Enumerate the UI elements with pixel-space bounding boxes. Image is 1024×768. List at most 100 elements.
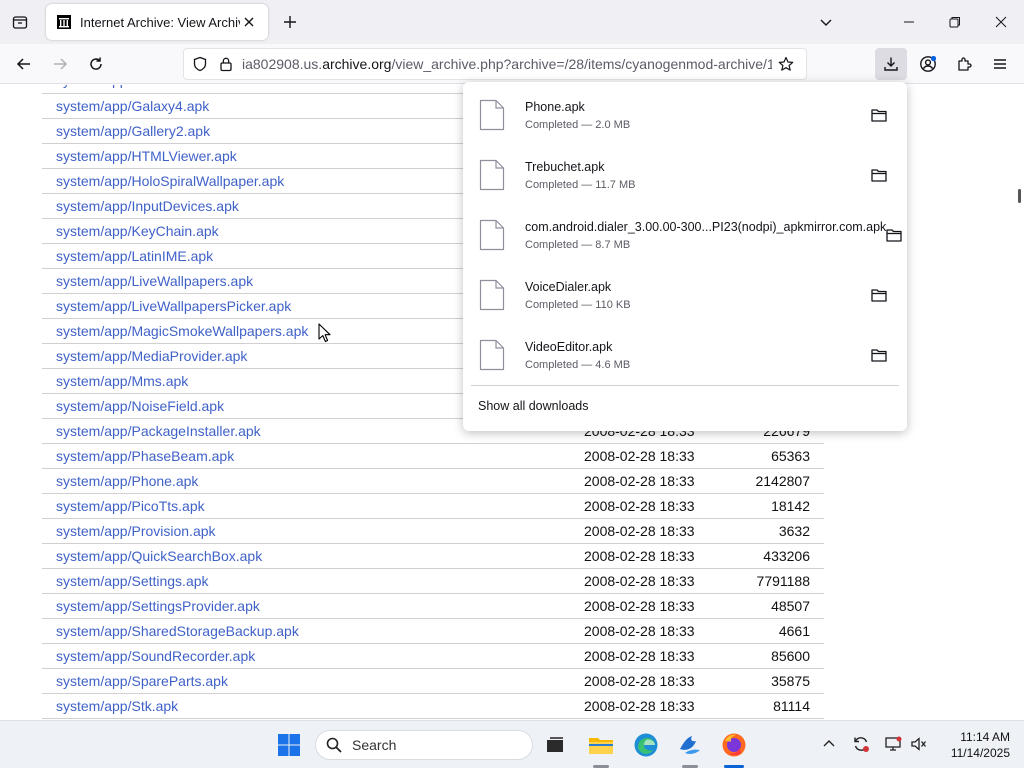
file-link[interactable]: system/app/Mms.apk (56, 373, 188, 389)
table-row: system/app/QuickSearchBox.apk 2008-02-28 … (42, 543, 824, 568)
file-explorer-icon[interactable] (585, 729, 617, 761)
download-info: VideoEditor.apk Completed — 4.6 MB (525, 340, 863, 371)
file-size: 3632 (778, 522, 810, 539)
task-view-icon[interactable] (539, 729, 571, 761)
file-link[interactable]: system/app/Gallery2.apk (56, 123, 210, 139)
file-link[interactable]: system/app/QuickSearchBox.apk (56, 548, 262, 564)
file-link[interactable]: system/app/SettingsProvider.apk (56, 598, 260, 614)
forward-arrow-icon[interactable] (46, 50, 74, 78)
file-link[interactable]: system/app/HoloSpiralWallpaper.apk (56, 173, 284, 189)
new-tab-button[interactable] (278, 10, 302, 34)
url-text[interactable]: ia802908.us.archive.org/view_archive.php… (242, 56, 772, 72)
show-hidden-icons-chevron-icon[interactable] (818, 733, 840, 755)
file-size: 35875 (771, 672, 810, 689)
back-arrow-icon[interactable] (10, 50, 38, 78)
download-item[interactable]: VideoEditor.apk Completed — 4.6 MB (469, 326, 901, 384)
table-row: system/app/PicoTts.apk 2008-02-28 18:33 18… (42, 493, 824, 518)
downloads-divider (471, 385, 899, 386)
file-link[interactable]: system/app/PhaseBeam.apk (56, 448, 234, 464)
firefox-icon[interactable] (718, 729, 750, 761)
download-item[interactable]: Phone.apk Completed — 2.0 MB (469, 86, 901, 144)
download-item[interactable]: VoiceDialer.apk Completed — 110 KB (469, 266, 901, 324)
list-all-tabs-chevron-icon[interactable] (814, 10, 838, 34)
app-menu-icon[interactable] (984, 48, 1016, 80)
file-link[interactable]: system/app/MagicSmokeWallpapers.apk (56, 323, 308, 339)
file-link[interactable]: system/app/SharedStorageBackup.apk (56, 623, 299, 639)
active-tab[interactable]: Internet Archive: View Archive (46, 4, 268, 40)
folder-icon[interactable] (863, 339, 895, 371)
download-filename: VoiceDialer.apk (525, 279, 612, 294)
lock-icon[interactable] (214, 50, 238, 78)
download-filename: VideoEditor.apk (525, 339, 613, 354)
file-date: 2008-02-28 18:33 (584, 447, 695, 464)
account-icon[interactable] (912, 48, 944, 80)
file-size: 433206 (763, 547, 810, 564)
restore-button[interactable] (932, 0, 978, 44)
file-link[interactable]: system/app/Phone.apk (56, 473, 198, 489)
download-item[interactable]: Trebuchet.apk Completed — 11.7 MB (469, 146, 901, 204)
bird-app-icon[interactable] (674, 729, 706, 761)
file-size: 85600 (771, 647, 810, 664)
table-row: system/app/SettingsProvider.apk 2008-02-2… (42, 593, 824, 618)
file-link[interactable]: system/app/PicoTts.apk (56, 498, 205, 514)
file-link[interactable]: system/app/Galaxy4.apk (56, 98, 209, 114)
file-date: 2008-02-28 18:33 (584, 572, 695, 589)
file-link[interactable]: system/app/SoundRecorder.apk (56, 648, 255, 664)
file-icon (479, 219, 505, 251)
windows-start-icon[interactable] (273, 729, 305, 761)
downloads-panel: Phone.apk Completed — 2.0 MB Trebuchet.apk… (463, 82, 907, 431)
file-link[interactable]: system/app/Stk.apk (56, 698, 178, 714)
close-window-button[interactable] (978, 0, 1024, 44)
taskbar-search-box[interactable]: Search (315, 730, 533, 760)
file-size: 65363 (771, 447, 810, 464)
download-info: Trebuchet.apk Completed — 11.7 MB (525, 160, 863, 191)
folder-icon[interactable] (863, 279, 895, 311)
file-link[interactable]: system/app/HTMLViewer.apk (56, 148, 237, 164)
reload-icon[interactable] (82, 50, 110, 78)
folder-icon[interactable] (863, 159, 895, 191)
sync-update-icon[interactable] (850, 733, 872, 755)
file-date: 2008-02-28 18:33 (584, 597, 695, 614)
volume-icon[interactable] (908, 733, 930, 755)
file-size: 48507 (771, 597, 810, 614)
taskbar-clock[interactable]: 11:14 AM 11/14/2025 (930, 729, 1010, 761)
file-link[interactable]: system/app/PackageInstaller.apk (56, 423, 261, 439)
file-link[interactable]: system/app/InputDevices.apk (56, 198, 239, 214)
file-link[interactable]: system/app/LatinIME.apk (56, 248, 213, 264)
file-link[interactable]: system/app/KeyChain.apk (56, 223, 219, 239)
download-item[interactable]: com.android.dialer_3.00.00-300...PI23(no… (469, 206, 902, 264)
file-size: 4661 (778, 622, 810, 639)
file-link[interactable]: system/app/NoiseField.apk (56, 398, 224, 414)
file-link[interactable]: system/app/MediaProvider.apk (56, 348, 247, 364)
table-row: system/app/Provision.apk 2008-02-28 18:33… (42, 518, 824, 543)
download-status: Completed — 11.7 MB (525, 178, 636, 191)
download-status: Completed — 110 KB (525, 298, 631, 311)
downloads-icon[interactable] (875, 48, 907, 80)
file-link[interactable]: system/app/LiveWallpapersPicker.apk (56, 298, 291, 314)
download-info: Phone.apk Completed — 2.0 MB (525, 100, 863, 131)
page-scrollbar-thumb[interactable] (1018, 189, 1021, 203)
table-row: system/app/SoundRecorder.apk 2008-02-28 1… (42, 643, 824, 668)
table-row: system/app/Settings.apk 2008-02-28 18:33 7… (42, 568, 824, 593)
search-icon (326, 737, 342, 753)
file-link[interactable]: system/app/Provision.apk (56, 523, 216, 539)
folder-icon[interactable] (863, 99, 895, 131)
file-link[interactable]: system/app/Settings.apk (56, 573, 209, 589)
close-tab-icon[interactable] (240, 13, 258, 31)
file-link[interactable]: system/app/SpareParts.apk (56, 673, 228, 689)
display-network-icon[interactable] (882, 733, 904, 755)
tracking-protection-shield-icon[interactable] (186, 50, 214, 78)
file-link[interactable]: system/app/LiveWallpapers.apk (56, 273, 253, 289)
edge-browser-icon[interactable] (630, 729, 662, 761)
address-bar[interactable]: ia802908.us.archive.org/view_archive.php… (183, 48, 807, 80)
minimize-button[interactable] (886, 0, 932, 44)
tab-list-icon[interactable] (8, 10, 32, 34)
download-status: Completed — 8.7 MB (525, 238, 631, 251)
download-info: com.android.dialer_3.00.00-300...PI23(no… (525, 220, 886, 251)
file-link[interactable]: system/app/... (56, 85, 143, 88)
bookmark-star-icon[interactable] (772, 50, 800, 78)
folder-icon[interactable] (886, 219, 902, 251)
file-size: 2142807 (755, 472, 810, 489)
extensions-icon[interactable] (948, 48, 980, 80)
show-all-downloads-button[interactable]: Show all downloads (478, 399, 589, 413)
